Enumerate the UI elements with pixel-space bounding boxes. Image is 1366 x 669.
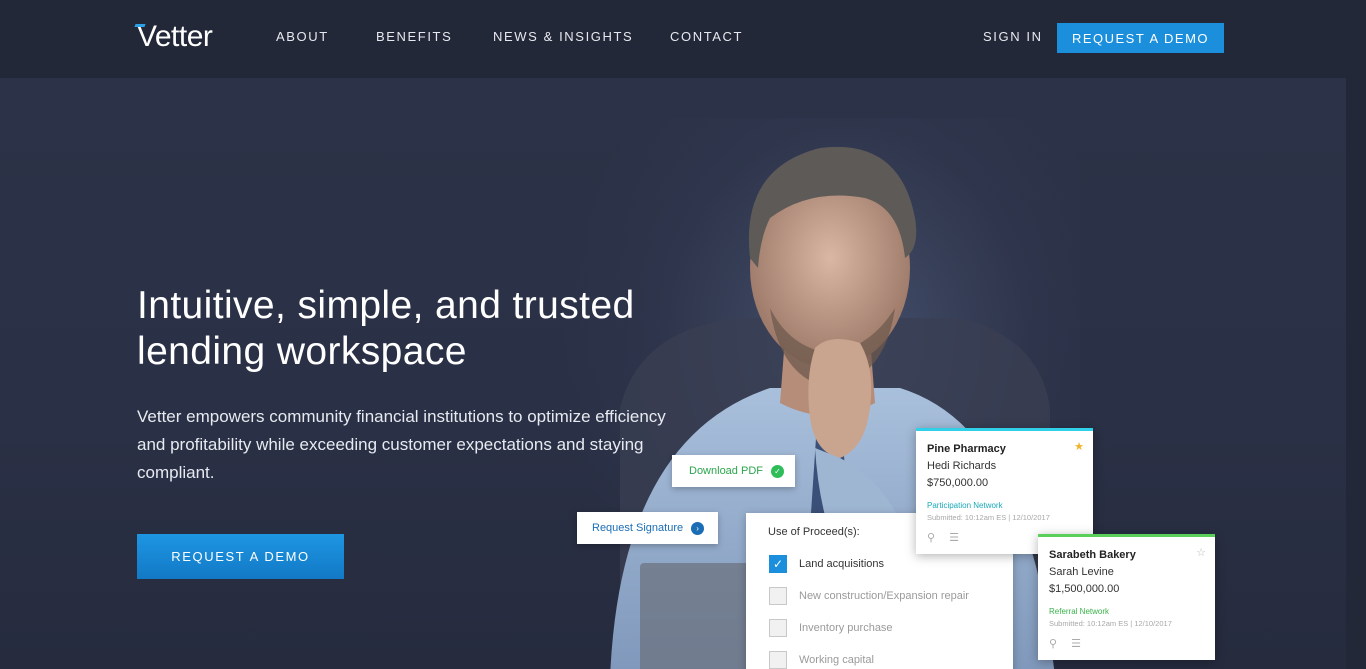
proceeds-option-label: Land acquisitions	[799, 558, 885, 570]
card-submitted: Submitted: 10:12am ES | 12/10/2017	[927, 513, 1050, 522]
request-demo-hero-button[interactable]: REQUEST A DEMO	[137, 534, 344, 579]
checkbox-icon[interactable]	[769, 619, 787, 637]
proceeds-option[interactable]: ✓ Land acquisitions	[769, 555, 884, 573]
checkbox-checked-icon[interactable]: ✓	[769, 555, 787, 573]
nav-benefits[interactable]: BENEFITS	[376, 29, 452, 44]
star-filled-icon[interactable]: ★	[1074, 440, 1084, 453]
nav-contact[interactable]: CONTACT	[670, 29, 743, 44]
sign-in-link[interactable]: SIGN IN	[983, 29, 1043, 44]
checkbox-icon[interactable]	[769, 651, 787, 669]
star-outline-icon[interactable]: ☆	[1196, 546, 1206, 559]
vetter-logo[interactable]: Vetter	[137, 20, 213, 54]
proceeds-option-label: New construction/Expansion repair	[799, 590, 969, 602]
list-icon[interactable]: ☰	[1071, 637, 1081, 650]
hero-section: Intuitive, simple, and trusted lending w…	[0, 78, 1346, 669]
card-network: Referral Network	[1049, 607, 1110, 616]
card-submitted: Submitted: 10:12am ES | 12/10/2017	[1049, 619, 1172, 628]
card-tools: ⚲ ☰	[927, 531, 959, 544]
page-scrollbar[interactable]	[1346, 78, 1366, 669]
proceeds-option-label: Working capital	[799, 654, 874, 666]
search-icon[interactable]: ⚲	[927, 531, 935, 544]
card-business-name: Sarabeth Bakery	[1049, 549, 1136, 561]
headline-line-1: Intuitive, simple, and trusted	[137, 284, 635, 327]
request-demo-nav-button[interactable]: REQUEST A DEMO	[1057, 23, 1224, 53]
chevron-right-icon: ›	[691, 521, 705, 535]
card-contact-name: Hedi Richards	[927, 460, 997, 472]
card-tools: ⚲ ☰	[1049, 637, 1081, 650]
proceeds-option[interactable]: Inventory purchase	[769, 619, 893, 637]
download-pdf-label: Download PDF	[689, 465, 763, 477]
nav-news-insights[interactable]: NEWS & INSIGHTS	[493, 29, 633, 44]
card-network: Participation Network	[927, 501, 1003, 510]
request-signature-label: Request Signature	[592, 522, 684, 534]
download-pdf-button[interactable]: Download PDF ✓	[672, 455, 795, 487]
nav-about[interactable]: ABOUT	[276, 29, 329, 44]
card-business-name: Pine Pharmacy	[927, 443, 1006, 455]
check-circle-icon: ✓	[770, 464, 784, 478]
proceeds-option[interactable]: Working capital	[769, 651, 874, 669]
checkbox-icon[interactable]	[769, 587, 787, 605]
proceeds-option[interactable]: New construction/Expansion repair	[769, 587, 969, 605]
search-icon[interactable]: ⚲	[1049, 637, 1057, 650]
card-amount: $750,000.00	[927, 477, 989, 489]
request-signature-button[interactable]: Request Signature ›	[577, 512, 718, 544]
card-contact-name: Sarah Levine	[1049, 566, 1114, 578]
hero-subtext: Vetter empowers community financial inst…	[137, 407, 666, 482]
list-icon[interactable]: ☰	[949, 531, 959, 544]
loan-card-sarabeth-bakery[interactable]: Sarabeth Bakery ☆ Sarah Levine $1,500,00…	[1038, 534, 1215, 660]
hero-headline: Intuitive, simple, and trusted lending w…	[137, 283, 697, 375]
headline-line-2: lending workspace	[137, 330, 467, 373]
top-navigation: Vetter ABOUT BENEFITS NEWS & INSIGHTS CO…	[0, 0, 1366, 78]
card-amount: $1,500,000.00	[1049, 583, 1120, 595]
proceeds-option-label: Inventory purchase	[799, 622, 893, 634]
proceeds-title: Use of Proceed(s):	[768, 526, 860, 538]
